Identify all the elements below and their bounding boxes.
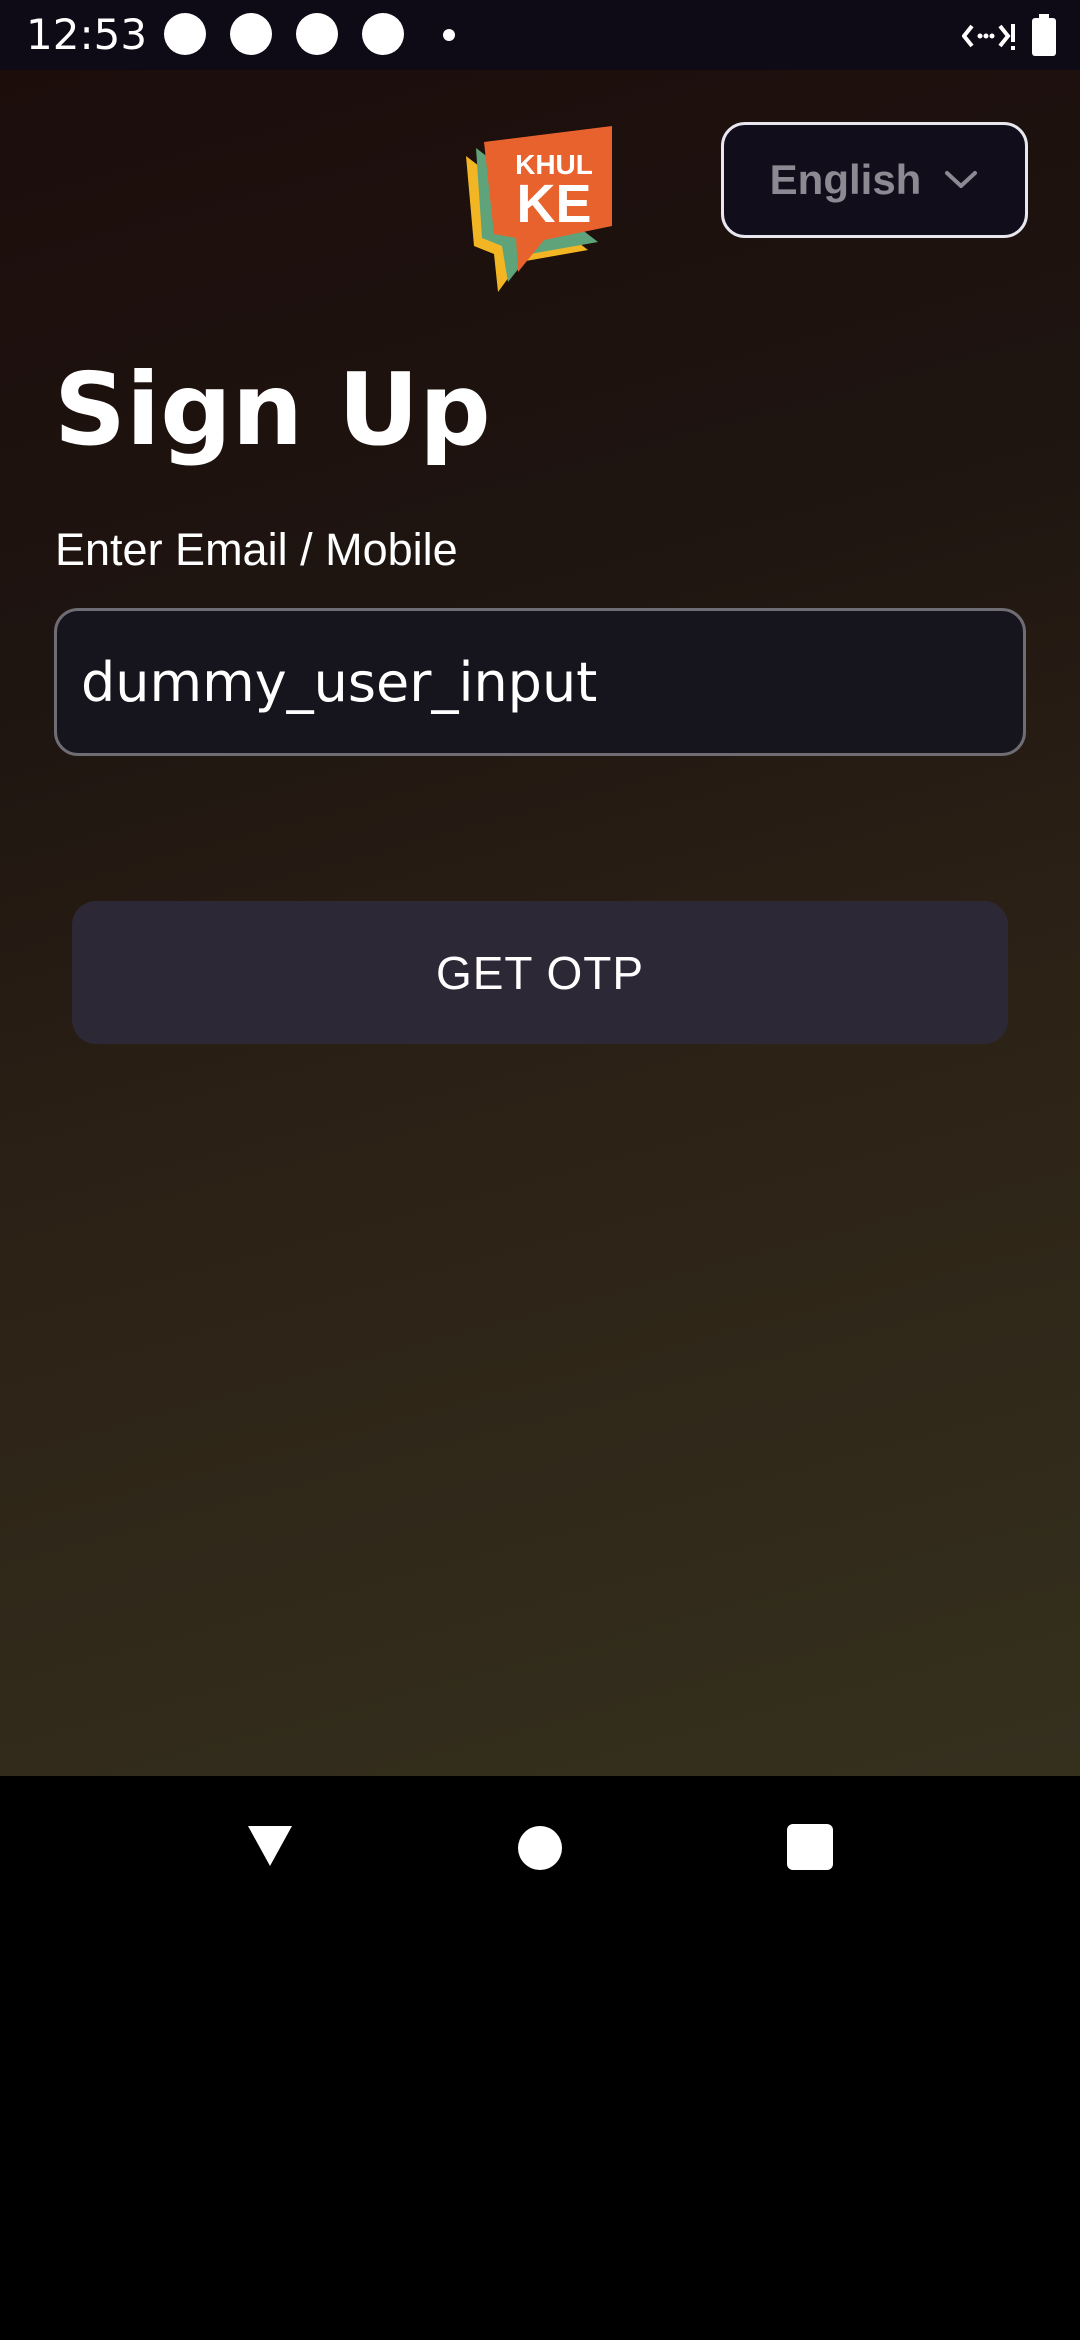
language-dropdown[interactable]: English bbox=[721, 122, 1028, 238]
email-mobile-input[interactable]: dummy_user_input bbox=[54, 608, 1026, 756]
khul-ke-logo: KHUL KE bbox=[466, 126, 612, 292]
system-nav-bar bbox=[0, 1776, 1080, 1920]
recents-square-icon[interactable] bbox=[787, 1824, 833, 1870]
battery-icon bbox=[1032, 14, 1056, 56]
home-circle-icon[interactable] bbox=[518, 1826, 562, 1870]
email-mobile-label: Enter Email / Mobile bbox=[55, 524, 458, 575]
page-title: Sign Up bbox=[54, 351, 491, 468]
back-triangle-icon[interactable] bbox=[246, 1824, 294, 1868]
logo-text-bottom: KE bbox=[516, 174, 591, 234]
notification-dot-icon bbox=[230, 13, 272, 55]
signup-screen: KHUL KE English Sign Up Enter Email / Mo… bbox=[0, 70, 1080, 1776]
notification-dot-icon bbox=[164, 13, 206, 55]
input-value: dummy_user_input bbox=[81, 650, 598, 714]
data-saver-icon bbox=[962, 24, 1015, 50]
get-otp-button[interactable]: GET OTP bbox=[72, 901, 1008, 1044]
language-label: English bbox=[769, 156, 922, 203]
phone-screen: 12:53 KHUL KE English Sign Up Enter Emai… bbox=[0, 0, 1080, 2340]
notification-dot-icon bbox=[362, 13, 404, 55]
small-dot-icon bbox=[443, 29, 455, 41]
status-bar: 12:53 bbox=[0, 0, 1080, 70]
notification-dot-icon bbox=[296, 13, 338, 55]
chevron-down-icon bbox=[945, 171, 978, 188]
status-time: 12:53 bbox=[26, 10, 148, 59]
